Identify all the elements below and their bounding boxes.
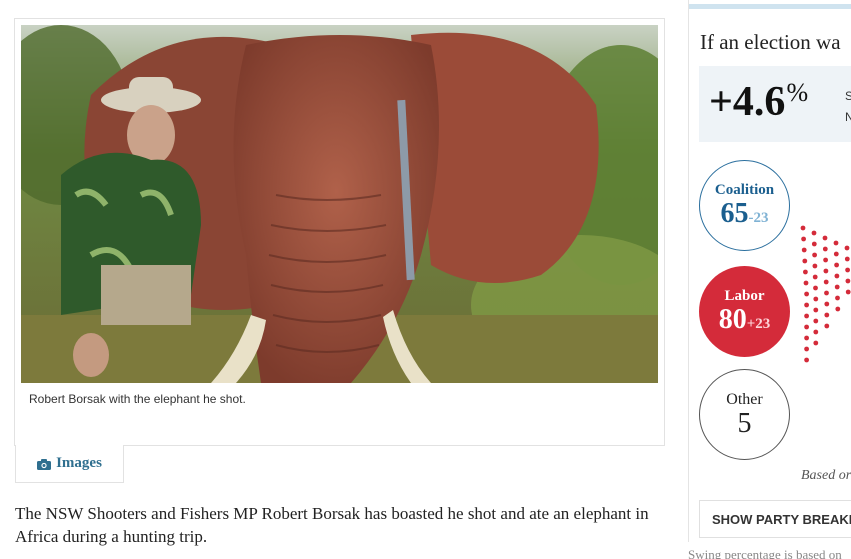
seat-dot <box>804 346 809 352</box>
seat-dot <box>804 357 809 363</box>
seat-dot <box>803 269 808 275</box>
article-lead: The NSW Shooters and Fishers MP Robert B… <box>15 504 649 546</box>
seat-dot <box>813 296 819 302</box>
seat-dot <box>844 256 850 262</box>
party-seat-change: +23 <box>746 316 771 332</box>
elephant-photo <box>21 25 658 383</box>
show-party-breakdown-button[interactable]: SHOW PARTY BREAKD <box>699 500 851 538</box>
seat-dot <box>835 306 841 312</box>
party-seats: 65 <box>720 198 749 229</box>
gallery-photo[interactable] <box>21 25 658 383</box>
seat-dot <box>823 257 828 263</box>
seat-dot <box>845 289 851 295</box>
party-name: Coalition <box>714 182 775 198</box>
swing-side-line-1: S <box>845 86 851 107</box>
camera-icon <box>37 458 52 470</box>
seat-dot <box>812 263 818 269</box>
seat-dot <box>845 267 850 273</box>
seat-dot <box>822 235 828 241</box>
seat-dot <box>835 295 840 301</box>
seat-dot <box>833 240 839 246</box>
panel-top-rule <box>689 4 851 9</box>
widget-title: If an election wa <box>700 30 841 54</box>
seat-dot <box>803 280 809 286</box>
seat-dot <box>804 291 809 297</box>
seat-dot <box>802 258 808 264</box>
party-other[interactable]: Other 5 <box>699 369 790 460</box>
seat-dot <box>824 323 830 329</box>
seat-dot <box>823 268 829 274</box>
swing-footnote: Swing percentage is based on <box>688 547 842 559</box>
seat-dot <box>824 301 830 307</box>
seat-dot <box>823 279 829 285</box>
swing-box: +4.6% S N <box>699 66 851 142</box>
seat-dot <box>800 225 806 231</box>
seat-dot <box>813 340 819 346</box>
swing-side-line-2: N <box>845 107 851 128</box>
seat-dot <box>801 247 807 253</box>
party-coalition[interactable]: Coalition 65-23 <box>699 160 790 251</box>
seat-dot <box>804 313 809 319</box>
party-seat-change: -23 <box>748 210 769 226</box>
party-seats: 80 <box>718 304 747 335</box>
swing-value: +4.6% <box>709 78 808 126</box>
seat-dot <box>813 307 819 313</box>
seat-dot <box>833 251 839 257</box>
seat-dot <box>812 274 818 280</box>
based-on-note: Based or <box>801 468 851 483</box>
seat-dot <box>824 312 830 318</box>
party-seats: 5 <box>737 407 752 439</box>
swing-unit: % <box>786 78 809 107</box>
seat-dot <box>801 236 806 242</box>
seat-dot <box>813 318 819 324</box>
election-widget: If an election wa +4.6% S N Coalition 65… <box>688 0 851 542</box>
seat-dot <box>804 302 809 308</box>
party-labor[interactable]: Labor 80+23 <box>699 266 790 357</box>
seat-dot <box>844 245 850 251</box>
seat-dot <box>813 329 819 335</box>
party-name: Labor <box>724 288 765 304</box>
seat-dot <box>845 278 851 284</box>
photo-caption: Robert Borsak with the elephant he shot. <box>29 392 246 406</box>
seat-dot <box>822 246 828 252</box>
swing-side-text: S N <box>845 86 851 128</box>
swing-number: +4.6 <box>709 79 786 125</box>
seat-dot <box>834 262 839 268</box>
seat-dot <box>804 335 809 341</box>
images-tab-label: Images <box>56 455 102 471</box>
seat-dot <box>811 230 817 236</box>
seat-dot <box>813 285 818 291</box>
seat-dot-chart <box>800 225 851 363</box>
seat-dot <box>824 290 829 296</box>
seat-dot <box>812 252 817 258</box>
seat-dot <box>811 241 817 247</box>
party-name: Other <box>726 390 763 408</box>
seat-dot <box>834 273 840 279</box>
seat-dot <box>804 324 809 330</box>
seat-dot <box>834 284 840 290</box>
images-tab[interactable]: Images <box>15 445 124 483</box>
